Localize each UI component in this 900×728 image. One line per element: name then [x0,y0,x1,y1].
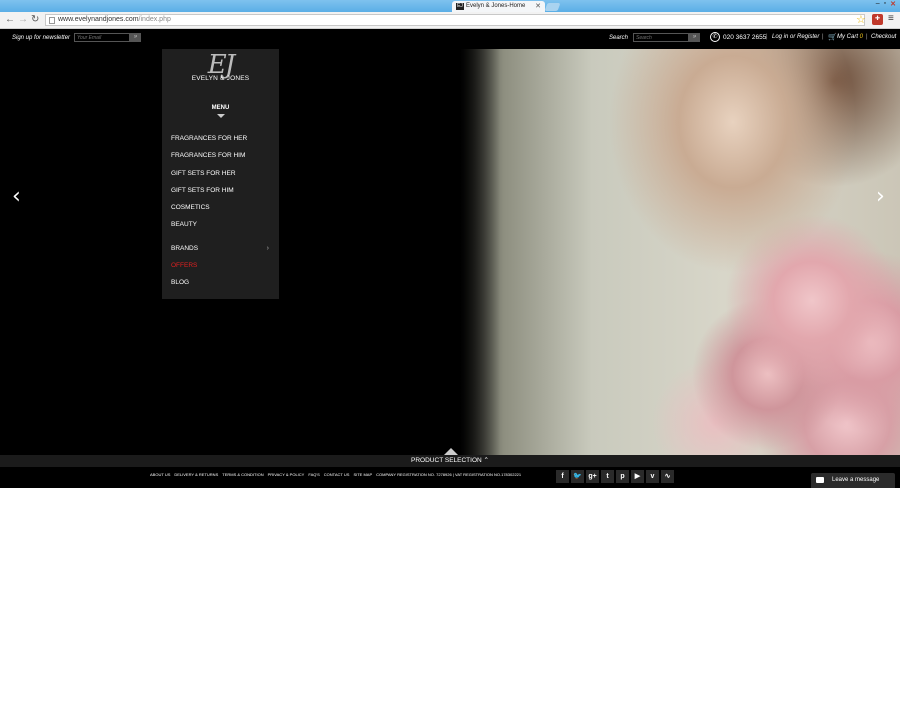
hero-image-woman-with-roses [460,49,900,455]
divider: | [822,34,824,40]
menu-item-gift-sets-for-her[interactable]: GIFT SETS FOR HER [171,169,275,186]
cart-label: My Cart [837,34,858,40]
company-registration-text: COMPANY REGISTRATION NO. 7278926 | VAT R… [376,472,522,477]
page-icon [49,17,55,24]
tab-title: Evelyn & Jones-Home [466,3,526,9]
youtube-icon[interactable]: ▶ [631,470,644,483]
tab-close-icon[interactable]: ✕ [535,2,541,10]
cart-icon[interactable]: 🛒 [828,33,837,41]
window-close-icon[interactable]: ✕ [890,0,896,10]
search-input[interactable] [633,33,689,42]
menu-list: FRAGRANCES FOR HER FRAGRANCES FOR HIM GI… [171,134,275,296]
side-menu: EJ EVELYN & JONES MENU FRAGRANCES FOR HE… [162,49,279,299]
window-controls: – ▫ ✕ [876,0,896,10]
footer: ABOUT US DELIVERY & RETURNS TERMS & COND… [0,467,900,488]
website: Sign up for newsletter » Search » ✆ 020 … [0,29,900,488]
phone-icon: ✆ [710,32,720,42]
footer-link-about-us[interactable]: ABOUT US [150,472,170,477]
hero-fade [460,49,500,455]
newsletter-email-input[interactable] [74,33,130,42]
menu-item-fragrances-for-her[interactable]: FRAGRANCES FOR HER [171,134,275,151]
phone-number: 020 3637 2655 [723,34,767,41]
envelope-icon [816,477,824,483]
footer-link-faqs[interactable]: FAQ'S [308,472,319,477]
my-cart-link[interactable]: My Cart 0 [837,34,863,40]
search-label: Search [609,35,629,41]
reload-icon[interactable]: ↻ [31,14,39,25]
search-submit-button[interactable]: » [689,33,700,42]
login-register-link[interactable]: Log in or Register [772,34,819,40]
url-path: /index.php [138,16,171,23]
back-arrow-icon[interactable]: ← [5,14,15,25]
url-host: www.evelynandjones.com [58,16,139,23]
address-bar[interactable]: www.evelynandjones.com/index.php [45,14,865,26]
minimize-icon[interactable]: – [876,0,880,10]
menu-item-fragrances-for-him[interactable]: FRAGRANCES FOR HIM [171,151,275,168]
tumblr-icon[interactable]: t [601,470,614,483]
top-bar: Sign up for newsletter » Search » ✆ 020 … [0,29,900,49]
rss-icon[interactable]: ∿ [661,470,674,483]
forward-arrow-icon[interactable]: → [18,14,28,25]
newsletter-label: Sign up for newsletter [12,35,71,41]
menu-item-gift-sets-for-him[interactable]: GIFT SETS FOR HIM [171,186,275,203]
facebook-icon[interactable]: f [556,470,569,483]
newsletter-submit-button[interactable]: » [130,33,141,42]
browser-menu-icon[interactable]: ≡ [888,13,894,24]
divider: | [866,34,868,40]
chat-label: Leave a message [832,477,880,483]
menu-caret-icon [217,114,225,118]
extension-icon[interactable]: ✚ [872,14,883,25]
menu-item-offers[interactable]: OFFERS [171,261,275,278]
vimeo-icon[interactable]: v [646,470,659,483]
menu-item-beauty[interactable]: BEAUTY [171,220,275,237]
menu-item-blog[interactable]: BLOG [171,278,275,295]
menu-item-label: BRANDS [171,244,199,252]
logo-brand-name: EVELYN & JONES [191,75,250,82]
slider-next-arrow-icon[interactable]: › [876,184,885,209]
divider: | [766,34,768,40]
footer-link-delivery-returns[interactable]: DELIVERY & RETURNS [174,472,218,477]
slider-prev-arrow-icon[interactable]: ‹ [12,184,21,209]
menu-item-brands[interactable]: BRANDS › [171,244,275,261]
social-links: f 🐦 g+ t p ▶ v ∿ [556,470,674,483]
menu-toggle[interactable]: MENU [162,105,279,111]
bookmark-star-icon[interactable]: ☆ [856,13,866,26]
browser-tab[interactable]: EJ Evelyn & Jones-Home ✕ [452,1,545,12]
twitter-icon[interactable]: 🐦 [571,470,584,483]
restore-icon[interactable]: ▫ [884,0,886,10]
new-tab-button[interactable] [544,3,561,11]
product-selection-tab-icon[interactable] [444,448,458,455]
footer-link-terms[interactable]: TERMS & CONDITION [222,472,263,477]
footer-links: ABOUT US DELIVERY & RETURNS TERMS & COND… [150,472,521,477]
product-selection-toggle[interactable]: PRODUCT SELECTION ⌃ [0,455,900,467]
footer-link-site-map[interactable]: SITE MAP [353,472,372,477]
browser-toolbar: ← → ↻ www.evelynandjones.com/index.php ☆… [0,12,900,29]
leave-a-message-button[interactable]: Leave a message [811,473,895,488]
footer-link-privacy[interactable]: PRIVACY & POLICY [268,472,305,477]
browser-tab-strip: EJ Evelyn & Jones-Home ✕ – ▫ ✕ [0,0,900,12]
pinterest-icon[interactable]: p [616,470,629,483]
site-logo[interactable]: EJ EVELYN & JONES [162,51,279,101]
checkout-link[interactable]: Checkout [871,34,896,40]
google-plus-icon[interactable]: g+ [586,470,599,483]
chevron-right-icon: › [266,244,269,252]
menu-item-cosmetics[interactable]: COSMETICS [171,203,275,220]
site-favicon-icon: EJ [456,3,464,10]
footer-link-contact-us[interactable]: CONTACT US [324,472,350,477]
cart-count: 0 [859,34,864,40]
